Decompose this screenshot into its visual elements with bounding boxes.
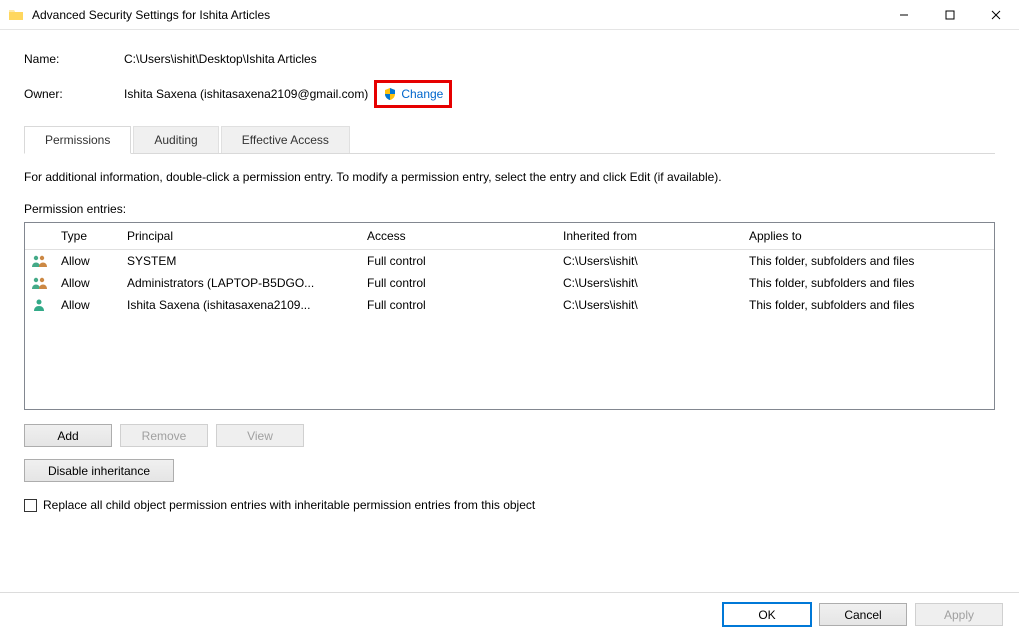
cancel-button[interactable]: Cancel (819, 603, 907, 626)
add-button[interactable]: Add (24, 424, 112, 447)
replace-child-checkbox[interactable] (24, 499, 37, 512)
minimize-button[interactable] (881, 0, 927, 30)
owner-value: Ishita Saxena (ishitasaxena2109@gmail.co… (124, 87, 368, 101)
td-inherited: C:\Users\ishit\ (557, 273, 743, 293)
permission-entries-label: Permission entries: (24, 202, 995, 216)
th-access[interactable]: Access (361, 226, 557, 246)
change-owner-link[interactable]: Change (401, 87, 443, 101)
table-row[interactable]: AllowSYSTEMFull controlC:\Users\ishit\Th… (25, 250, 994, 272)
close-button[interactable] (973, 0, 1019, 30)
remove-button[interactable]: Remove (120, 424, 208, 447)
replace-child-label[interactable]: Replace all child object permission entr… (43, 498, 535, 512)
td-principal: SYSTEM (121, 251, 361, 271)
apply-button[interactable]: Apply (915, 603, 1003, 626)
th-inherited[interactable]: Inherited from (557, 226, 743, 246)
change-highlight: Change (374, 80, 452, 108)
maximize-button[interactable] (927, 0, 973, 30)
principal-icon (25, 295, 55, 315)
permission-entries-table[interactable]: Type Principal Access Inherited from App… (24, 222, 995, 410)
th-principal[interactable]: Principal (121, 226, 361, 246)
td-access: Full control (361, 251, 557, 271)
td-principal: Ishita Saxena (ishitasaxena2109... (121, 295, 361, 315)
td-type: Allow (55, 251, 121, 271)
table-header: Type Principal Access Inherited from App… (25, 223, 994, 250)
td-type: Allow (55, 295, 121, 315)
tab-auditing[interactable]: Auditing (133, 126, 218, 153)
td-applies: This folder, subfolders and files (743, 295, 994, 315)
tab-bar: Permissions Auditing Effective Access (24, 126, 995, 154)
folder-icon (8, 7, 24, 23)
shield-icon (383, 87, 397, 101)
tab-effective-access[interactable]: Effective Access (221, 126, 350, 153)
td-applies: This folder, subfolders and files (743, 251, 994, 271)
td-principal: Administrators (LAPTOP-B5DGO... (121, 273, 361, 293)
th-type[interactable]: Type (55, 226, 121, 246)
table-row[interactable]: AllowIshita Saxena (ishitasaxena2109...F… (25, 294, 994, 316)
disable-inheritance-button[interactable]: Disable inheritance (24, 459, 174, 482)
principal-icon (25, 251, 55, 271)
td-type: Allow (55, 273, 121, 293)
name-value: C:\Users\ishit\Desktop\Ishita Articles (124, 52, 317, 66)
th-applies[interactable]: Applies to (743, 226, 994, 246)
window-title: Advanced Security Settings for Ishita Ar… (32, 8, 881, 22)
td-applies: This folder, subfolders and files (743, 273, 994, 293)
permissions-info-text: For additional information, double-click… (24, 170, 995, 184)
table-row[interactable]: AllowAdministrators (LAPTOP-B5DGO...Full… (25, 272, 994, 294)
name-label: Name: (24, 52, 124, 66)
td-access: Full control (361, 273, 557, 293)
td-inherited: C:\Users\ishit\ (557, 251, 743, 271)
principal-icon (25, 273, 55, 293)
window-controls (881, 0, 1019, 30)
td-inherited: C:\Users\ishit\ (557, 295, 743, 315)
td-access: Full control (361, 295, 557, 315)
view-button[interactable]: View (216, 424, 304, 447)
owner-label: Owner: (24, 87, 124, 101)
ok-button[interactable]: OK (723, 603, 811, 626)
titlebar: Advanced Security Settings for Ishita Ar… (0, 0, 1019, 30)
tab-permissions[interactable]: Permissions (24, 126, 131, 154)
dialog-footer: OK Cancel Apply (0, 592, 1019, 636)
